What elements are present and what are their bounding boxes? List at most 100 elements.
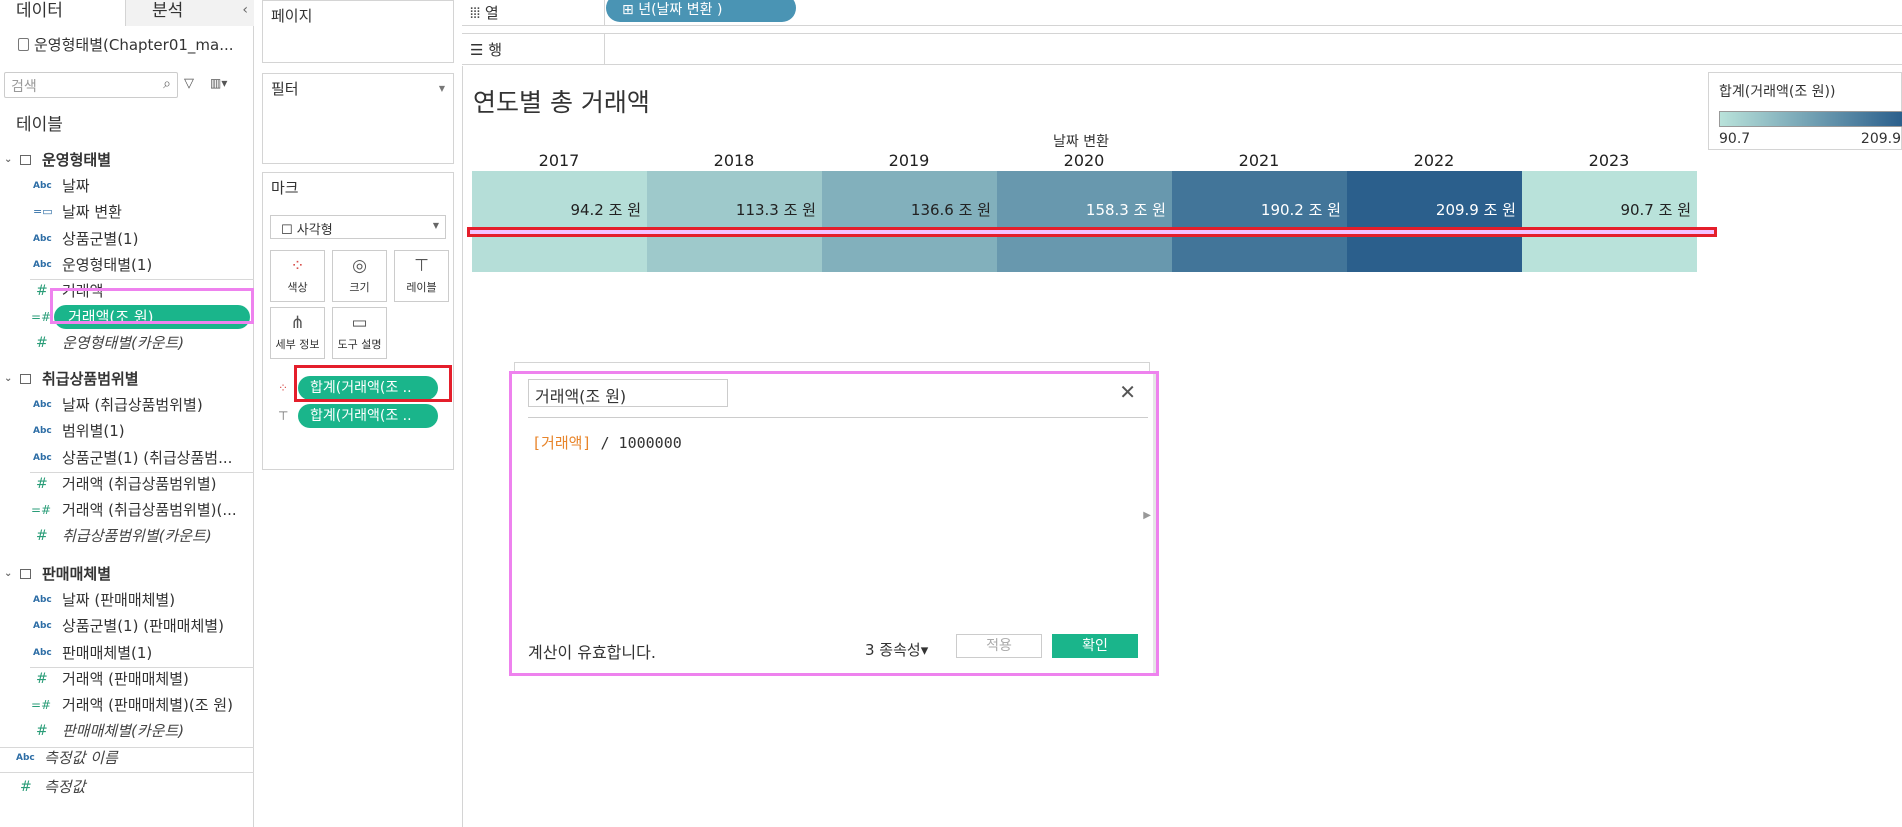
measure-values-item[interactable]: # 측정값 (0, 775, 254, 799)
year-header[interactable]: 2020 (997, 151, 1171, 170)
heatmap-cell[interactable] (472, 237, 647, 272)
field-item[interactable]: Abc 상품군별(1) (취급상품범... (0, 446, 254, 470)
year-header[interactable]: 2022 (1347, 151, 1521, 170)
field-label: 취급상품범위별(카운트) (62, 527, 212, 546)
label-button-label: 레이블 (406, 281, 437, 294)
filters-title: 필터 (271, 80, 299, 98)
color-legend[interactable]: 합계(거래액(조 원)) 90.7 209.9 (1708, 72, 1902, 150)
calc-measure-icon: =# (31, 698, 52, 712)
detail-icon: ⋔ (290, 313, 305, 333)
field-label: 날짜 변환 (62, 203, 122, 222)
highlight-pill-outline (294, 365, 452, 402)
field-item[interactable]: Abc 범위별(1) (0, 419, 254, 443)
string-field-icon: Abc (16, 753, 35, 763)
heatmap-cell[interactable] (1347, 237, 1522, 272)
color-dots-icon: ⁘ (278, 381, 289, 395)
pages-shelf[interactable]: 페이지 (262, 0, 454, 63)
color-button-label: 색상 (287, 281, 308, 294)
field-item[interactable]: Abc 운영형태별(1) (0, 253, 254, 277)
dialog-scrollbar[interactable] (1153, 374, 1156, 673)
columns-shelf[interactable]: ⦙⦙⦙ 열 ⊞ 년(날짜 변환 ) (462, 0, 1902, 26)
year-header[interactable]: 2018 (647, 151, 821, 170)
datasource-item[interactable]: 운영형태별(Chapter01_ma... (18, 34, 234, 55)
color-button[interactable]: ⁘ 색상 (270, 250, 325, 302)
measure-icon: # (36, 335, 48, 352)
size-button[interactable]: ◎ 크기 (332, 250, 387, 302)
heatmap-cell[interactable] (1172, 237, 1347, 272)
chevron-down-icon[interactable]: ⌄ (4, 148, 12, 172)
calc-name-input[interactable]: 거래액(조 원) (528, 379, 728, 407)
legend-color-ramp (1719, 111, 1902, 127)
heatmap-cell[interactable] (1522, 237, 1697, 272)
field-item[interactable]: # 거래액 (취급상품범위별) (0, 472, 254, 496)
field-item[interactable]: Abc 판매매체별(1) (0, 641, 254, 665)
field-item[interactable]: =# 거래액 (판매매체별)(조 원) (0, 693, 254, 717)
view-options-icon[interactable]: ▥▾ (210, 76, 227, 90)
year-header[interactable]: 2023 (1522, 151, 1696, 170)
field-label: 날짜 (판매매체별) (62, 591, 176, 610)
expand-arrow-icon[interactable]: ▶ (1143, 510, 1151, 521)
label-measure-pill[interactable]: 합계(거래액(조 .. (298, 404, 438, 428)
mark-type-select[interactable]: ☐ 사각형 ▼ (270, 215, 446, 239)
chevron-down-icon: ▾ (920, 641, 929, 659)
year-date-pill[interactable]: ⊞ 년(날짜 변환 ) (606, 0, 796, 22)
tab-analysis[interactable]: 분석 (125, 0, 254, 26)
heatmap-cell[interactable]: 209.9 조 원 (1347, 171, 1522, 234)
field-item[interactable]: # 운영형태별(카운트) (0, 331, 254, 355)
cell-value-label: 90.7 조 원 (1620, 201, 1691, 219)
measure-names-item[interactable]: Abc 측정값 이름 (0, 746, 254, 770)
label-button[interactable]: ⊤ 레이블 (394, 250, 449, 302)
chevron-down-icon[interactable]: ⌄ (4, 367, 12, 391)
year-header[interactable]: 2017 (472, 151, 646, 170)
field-item[interactable]: # 거래액 (판매매체별) (0, 667, 254, 691)
tooltip-button[interactable]: ▭ 도구 설명 (332, 307, 387, 359)
field-item[interactable]: Abc 날짜 (취급상품범위별) (0, 393, 254, 417)
heatmap-cell[interactable] (647, 237, 822, 272)
field-item[interactable]: # 취급상품범위별(카운트) (0, 524, 254, 548)
measure-values-label: 측정값 (44, 778, 86, 796)
legend-max: 209.9 (1860, 131, 1901, 147)
field-item[interactable]: Abc 날짜 (0, 174, 254, 198)
formula-editor[interactable]: [거래액] / 1000000 (532, 432, 682, 453)
table-group-label: 운영형태별 (42, 151, 112, 169)
heatmap-cell[interactable]: 90.7 조 원 (1522, 171, 1697, 234)
rows-icon: ☰ (470, 41, 484, 59)
heatmap-cell[interactable]: 113.3 조 원 (647, 171, 822, 234)
field-item[interactable]: # 판매매체별(카운트) (0, 719, 254, 743)
table-group[interactable]: ⌄ 취급상품범위별 (0, 367, 254, 391)
heatmap-cell[interactable] (997, 237, 1172, 272)
heatmap-cell[interactable]: 94.2 조 원 (472, 171, 647, 234)
chevron-down-icon[interactable]: ⌄ (4, 562, 12, 586)
chevron-down-icon[interactable]: ▼ (439, 84, 445, 93)
heatmap-cell[interactable]: 136.6 조 원 (822, 171, 997, 234)
field-item[interactable]: =▭ 날짜 변환 (0, 200, 254, 224)
search-input[interactable]: 검색 ⌕ (4, 72, 178, 98)
chevron-left-icon[interactable]: ‹ (242, 2, 248, 18)
field-item[interactable]: Abc 날짜 (판매매체별) (0, 588, 254, 612)
dependencies-dropdown[interactable]: 3 종속성▾ (865, 639, 928, 660)
field-item[interactable]: Abc 상품군별(1) (판매매체별) (0, 614, 254, 638)
table-group[interactable]: ⌄ 운영형태별 (0, 148, 254, 172)
heatmap-cell[interactable]: 158.3 조 원 (997, 171, 1172, 234)
field-item[interactable]: =# 거래액 (취급상품범위별)(... (0, 498, 254, 522)
detail-button[interactable]: ⋔ 세부 정보 (270, 307, 325, 359)
shelf-separator (604, 0, 605, 25)
year-date-pill-label: 년(날짜 변환 ) (638, 2, 723, 18)
field-item[interactable]: Abc 상품군별(1) (0, 227, 254, 251)
apply-button[interactable]: 적용 (956, 634, 1042, 658)
heatmap-cell[interactable]: 190.2 조 원 (1172, 171, 1347, 234)
heatmap-cell[interactable] (822, 237, 997, 272)
filter-icon[interactable]: ▽ (184, 76, 194, 91)
table-group[interactable]: ⌄ 판매매체별 (0, 562, 254, 586)
rows-shelf[interactable]: ☰ 행 (462, 33, 1902, 65)
calculation-dialog: 거래액(조 원) ✕ [거래액] / 1000000 ▶ 계산이 유효합니다. … (509, 371, 1159, 676)
year-header[interactable]: 2019 (822, 151, 996, 170)
close-icon[interactable]: ✕ (1119, 380, 1136, 404)
tab-data[interactable]: 데이터 (0, 0, 125, 26)
table-group-label: 판매매체별 (42, 565, 112, 583)
filters-shelf[interactable]: 필터 ▼ (262, 73, 454, 164)
year-header[interactable]: 2021 (1172, 151, 1346, 170)
field-label: 상품군별(1) (취급상품범... (62, 448, 233, 467)
ok-button[interactable]: 확인 (1052, 634, 1138, 658)
calc-date-icon: =▭ (33, 205, 53, 219)
